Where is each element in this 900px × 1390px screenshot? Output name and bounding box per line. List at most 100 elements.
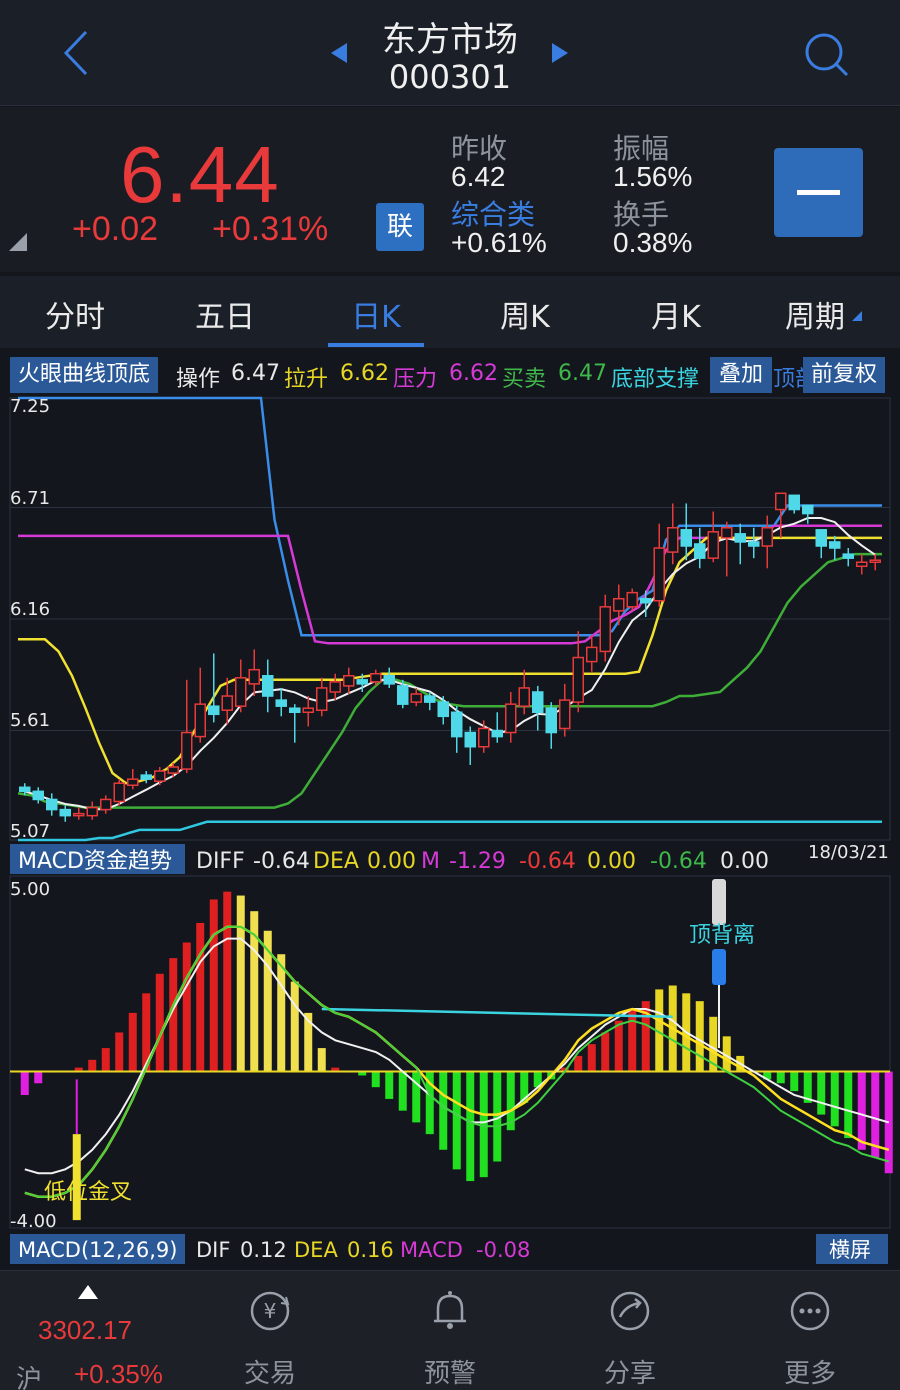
index-up-icon (78, 1285, 98, 1299)
linked-button[interactable]: 联 (376, 203, 424, 251)
macd-histogram-bar (695, 1001, 704, 1072)
macd-histogram-bar (196, 922, 205, 1072)
indicator-name-button[interactable]: 火眼曲线顶底 (10, 357, 159, 393)
back-icon[interactable] (58, 28, 98, 78)
candle-body (518, 687, 530, 707)
quote-panel: 6.44 +0.02 +0.31% 联 昨收 6.42 综合类 +0.61% 振… (0, 107, 900, 272)
candle-body (329, 681, 341, 693)
macd-histogram-bar (466, 1071, 475, 1182)
candle-body (478, 727, 490, 748)
candle-body (491, 729, 503, 738)
app-header: 东方市场 000301 (0, 0, 900, 106)
macd-value-4: 0.00 (720, 849, 769, 874)
macd-histogram-bar (601, 1032, 610, 1072)
candle-body (208, 705, 220, 716)
macd-histogram-bar (587, 1044, 596, 1072)
macd-histogram-bar (88, 1059, 97, 1072)
macd-axis-bottom: -4.00 (10, 1211, 57, 1232)
chart-area[interactable]: 7.25 6.71 6.16 5.61 5.07 MACD资金趋势 DIFF -… (0, 394, 900, 1270)
candle-body (707, 531, 719, 559)
press-label: 压力 (393, 367, 438, 392)
candle-body (613, 597, 625, 612)
macd-histogram-bar (236, 895, 245, 1072)
cyan-indicator-line (18, 820, 882, 842)
macd-histogram-bar (20, 1071, 29, 1096)
candle-body (802, 504, 814, 515)
blue-indicator-line (18, 396, 882, 637)
macd-histogram-bar (223, 891, 232, 1072)
tab-monthly-k[interactable]: 月K (621, 292, 731, 336)
nav-trade[interactable]: ¥ 交易 (180, 1271, 360, 1390)
bottom-nav: 3302.17 沪 +0.35% ¥ 交易 预警 分享 更多 (0, 1270, 900, 1390)
price-grid (10, 506, 890, 732)
nav-more[interactable]: 更多 (720, 1271, 900, 1390)
price-axis-tick: 7.25 (10, 396, 50, 417)
macd-histogram-bar (155, 973, 164, 1072)
nav-trade-label: 交易 (243, 1359, 296, 1389)
candle-body (221, 695, 233, 711)
nav-share-label: 分享 (603, 1359, 656, 1389)
macd-params-name: MACD(12,26,9) (18, 1238, 178, 1262)
overlay-button[interactable]: 叠加 (710, 357, 773, 393)
active-tab-indicator (328, 343, 424, 347)
nav-alert[interactable]: 预警 (360, 1271, 540, 1390)
candle-body (869, 559, 881, 563)
nav-share[interactable]: 分享 (540, 1271, 720, 1390)
price-change-pct: +0.31% (212, 210, 329, 248)
macd-histogram-bar (371, 1071, 380, 1088)
tab-five-day[interactable]: 五日 (170, 292, 280, 336)
remove-watchlist-button[interactable] (774, 148, 863, 237)
diff-label: DIFF (196, 849, 245, 874)
period-dropdown-icon[interactable] (852, 311, 862, 321)
candlesticks (19, 492, 881, 822)
macd-histogram-bar (385, 1071, 394, 1099)
candle-body (289, 707, 301, 714)
candle-body (653, 547, 665, 602)
macd-histogram-bar (277, 954, 286, 1072)
expand-corner-icon[interactable] (9, 233, 27, 251)
tab-intraday[interactable]: 分时 (20, 292, 130, 336)
candle-body (761, 527, 773, 547)
candle-body (734, 533, 746, 543)
candle-body (235, 677, 247, 707)
macd-histogram-bar (614, 1020, 623, 1072)
dea2-label: DEA (294, 1238, 338, 1262)
candle-body (464, 731, 476, 748)
macd-histogram-bar (182, 942, 191, 1072)
index-ticker[interactable]: 3302.17 沪 +0.35% (0, 1271, 180, 1390)
top-divergence-marker-bottom (712, 949, 726, 985)
next-stock-icon[interactable] (552, 43, 568, 63)
candle-body (32, 790, 44, 801)
search-icon[interactable] (802, 30, 850, 78)
price-change: +0.02 (72, 210, 159, 248)
candle-body (73, 812, 85, 817)
candle-body (572, 656, 584, 703)
candle-body (748, 541, 760, 547)
candle-body (559, 699, 571, 730)
candle-body (856, 561, 868, 568)
stock-code: 000301 (388, 58, 512, 96)
tab-daily-k[interactable]: 日K (321, 292, 431, 336)
index-pct: +0.35% (74, 1359, 163, 1389)
candle-body (59, 808, 71, 817)
candle-body (694, 543, 706, 559)
candle-body (424, 695, 436, 703)
macd-histogram-bar (790, 1071, 799, 1092)
tab-weekly-k[interactable]: 周K (470, 292, 580, 336)
candle-body (775, 492, 787, 511)
candle-body (113, 782, 125, 803)
indicator-header: 火眼曲线顶底 操作 6.47 拉升 6.62 压力 6.62 买卖 6.47 底… (0, 356, 900, 394)
candle-body (316, 687, 328, 711)
candle-body (410, 693, 422, 703)
candle-body (842, 553, 854, 559)
green-indicator-line (17, 552, 882, 809)
m-label: M (421, 849, 440, 874)
macd-histogram-bar (844, 1071, 853, 1139)
macd-histogram-bar (628, 1008, 637, 1072)
share-icon (610, 1291, 650, 1331)
amplitude-value: 1.56% (613, 161, 693, 192)
candle-body (667, 527, 679, 553)
adjust-button[interactable]: 前复权 (803, 357, 886, 393)
top-divergence-label: 顶背离 (689, 923, 755, 948)
price-axis-tick: 6.71 (10, 488, 50, 509)
